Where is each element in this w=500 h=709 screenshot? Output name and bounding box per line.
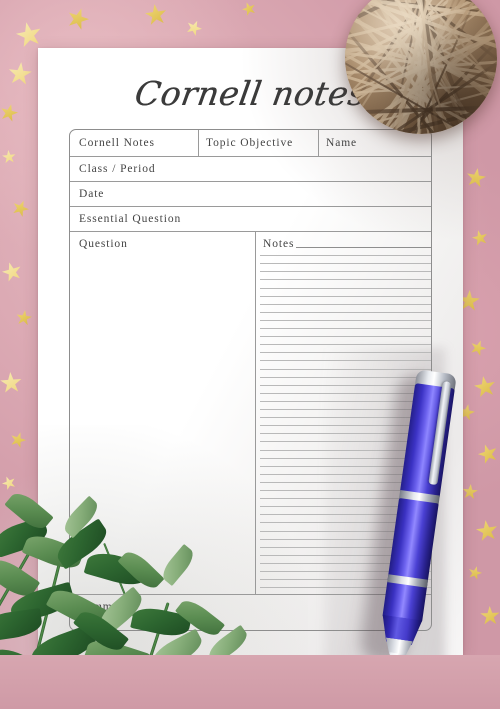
notes-rule-line	[260, 319, 431, 321]
row-label-class-period: Class / Period	[79, 163, 156, 175]
question-notes-divider	[255, 232, 256, 595]
notes-rule-line	[260, 368, 431, 370]
screenshot-canvas: Cornell notes Cornell Notes Topic Object…	[0, 0, 500, 709]
notes-rule-line	[260, 295, 431, 297]
notes-rule-line	[260, 352, 431, 354]
notes-rule-line	[260, 328, 431, 329]
notes-rule-line	[260, 336, 431, 338]
notes-rule-line	[260, 279, 431, 281]
row-label-essential-question: Essential Question	[79, 213, 182, 225]
notes-rule-line	[260, 344, 431, 346]
background-bottom-strip	[0, 655, 500, 709]
header-divider-1	[198, 130, 199, 157]
notes-rule-line	[296, 247, 431, 248]
header-cell-topic-objective: Topic Objective	[206, 137, 294, 149]
notes-rule-line	[260, 360, 431, 362]
row-label-date: Date	[79, 188, 105, 200]
column-label-question: Question	[79, 238, 128, 250]
header-divider-2	[318, 130, 319, 157]
notes-rule-line	[260, 271, 431, 273]
notes-rule-line	[260, 263, 431, 265]
notes-rule-line	[260, 255, 431, 257]
table-row-date	[70, 182, 431, 207]
notes-rule-line	[260, 287, 431, 289]
notes-rule-line	[260, 303, 431, 305]
header-cell-name: Name	[326, 137, 358, 149]
header-cell-cornell-notes: Cornell Notes	[79, 137, 155, 149]
notes-rule-line	[260, 311, 431, 313]
column-label-notes: Notes	[263, 238, 295, 250]
